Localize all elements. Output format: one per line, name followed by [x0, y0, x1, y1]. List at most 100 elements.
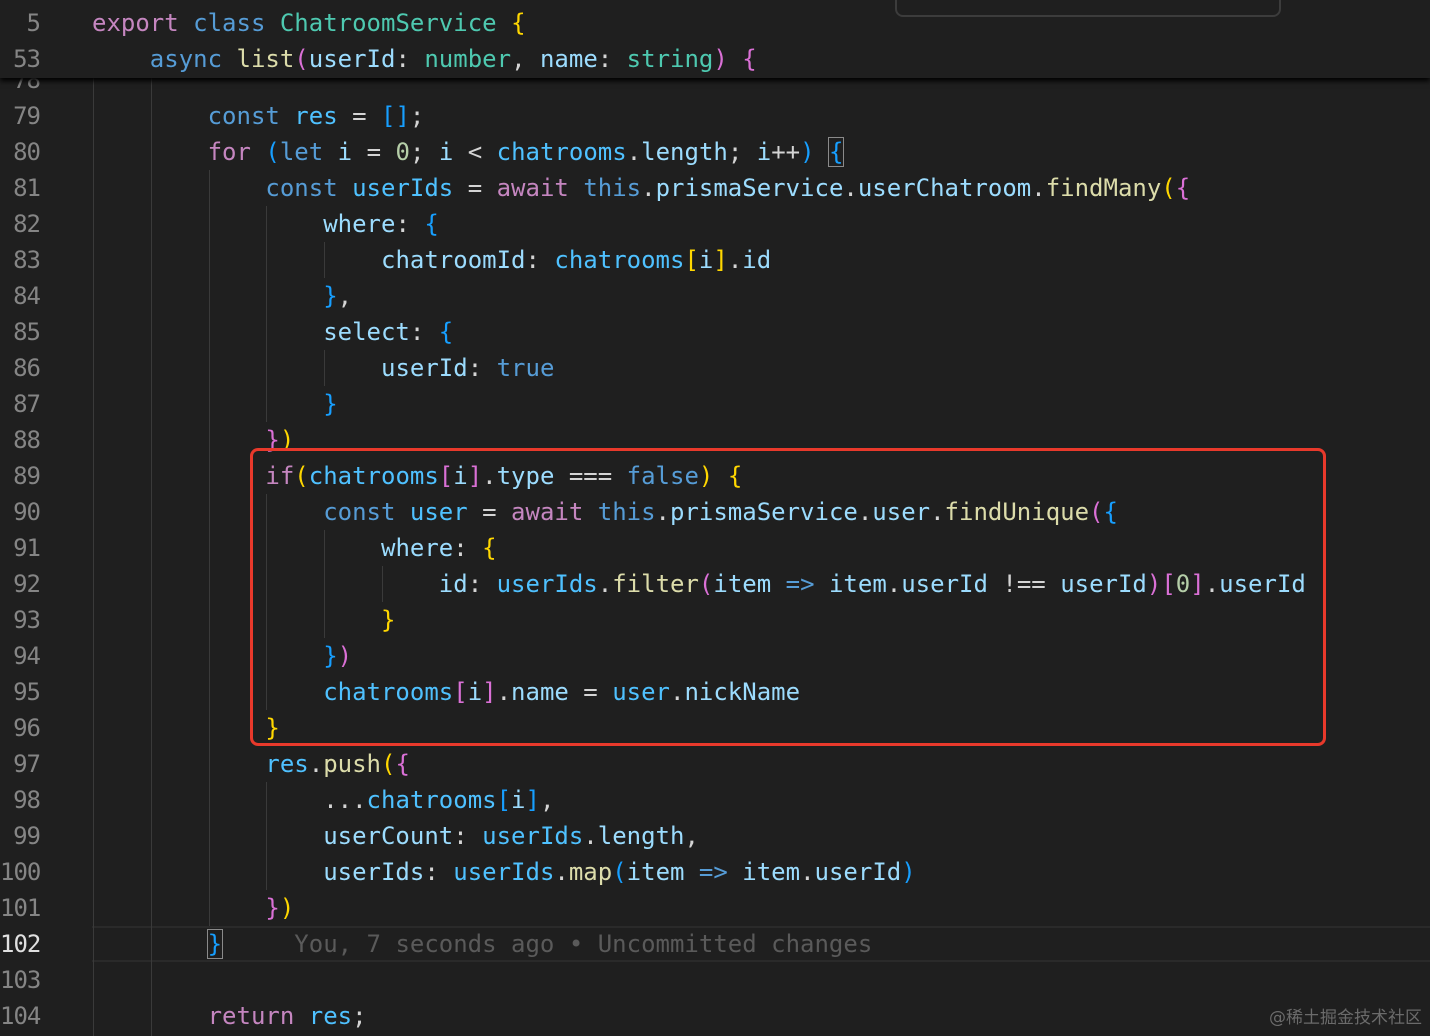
code-token: }: [206, 929, 224, 959]
code-text: userIds: userIds.map(item => item.userId…: [323, 854, 916, 890]
code-line[interactable]: 99 userCount: userIds.length,: [0, 818, 1430, 854]
code-line[interactable]: 83 chatroomId: chatrooms[i].id: [0, 242, 1430, 278]
line-number: 91: [13, 534, 41, 562]
code-token: select: [323, 318, 410, 346]
code-line[interactable]: 100 userIds: userIds.map(item => item.use…: [0, 854, 1430, 890]
code-token: number: [424, 45, 512, 73]
code-token: :: [467, 354, 497, 382]
code-text: res.push({: [265, 746, 410, 782]
code-text: return res;: [208, 998, 367, 1034]
code-token: ]: [713, 246, 728, 274]
code-token: :: [395, 45, 425, 73]
line-number: 89: [13, 462, 41, 490]
code-text: userId: true: [381, 350, 554, 386]
code-line[interactable]: 86 userId: true: [0, 350, 1430, 386]
line-number: 97: [13, 750, 41, 778]
code-token: ;: [409, 102, 425, 130]
code-token: i: [438, 138, 454, 166]
code-token: ): [800, 138, 815, 166]
code-line[interactable]: 80 for (let i = 0; i < chatrooms.length; …: [0, 134, 1430, 170]
line-number: 81: [13, 174, 41, 202]
code-token: ): [713, 45, 728, 73]
code-token: ChatroomService: [279, 9, 497, 37]
code-line[interactable]: 85 select: {: [0, 314, 1430, 350]
code-line[interactable]: 79 const res = [];: [0, 98, 1430, 134]
code-token: =>: [698, 858, 728, 886]
code-token: (: [1161, 174, 1176, 202]
code-text: ...chatrooms[i],: [323, 782, 554, 818]
code-token: chatrooms: [366, 786, 497, 814]
code-token: userIds: [352, 174, 454, 202]
code-token: where: [323, 210, 396, 238]
code-token: .: [554, 858, 569, 886]
code-text: select: {: [323, 314, 453, 350]
code-token: i: [698, 246, 714, 274]
line-number: 5: [26, 9, 41, 37]
code-line[interactable]: 104 return res;: [0, 998, 1430, 1034]
line-number: 99: [13, 822, 41, 850]
code-token: (: [612, 858, 627, 886]
code-token: .: [727, 246, 743, 274]
code-token: =: [453, 174, 497, 202]
code-token: {: [742, 45, 757, 73]
code-token: i: [511, 786, 526, 814]
code-token: }: [323, 282, 338, 310]
code-token: userIds: [482, 822, 584, 850]
code-line[interactable]: 87}: [0, 386, 1430, 422]
code-token: ;: [727, 138, 757, 166]
code-line[interactable]: 103: [0, 962, 1430, 998]
code-token: length: [641, 138, 728, 166]
code-token: .: [626, 138, 642, 166]
line-number: 96: [13, 714, 41, 742]
code-token: res: [308, 1002, 353, 1030]
code-token: this: [583, 174, 642, 202]
code-token: userId: [814, 858, 902, 886]
line-number: 83: [13, 246, 41, 274]
code-token: <: [453, 138, 497, 166]
code-token: ++: [771, 138, 801, 166]
code-line[interactable]: 101}): [0, 890, 1430, 926]
code-token: {: [511, 9, 526, 37]
code-text: userCount: userIds.length,: [323, 818, 699, 854]
code-token: .: [641, 174, 656, 202]
code-line[interactable]: 84},: [0, 278, 1430, 314]
code-token: name: [539, 45, 598, 73]
line-number: 104: [0, 1002, 41, 1030]
code-token: ,: [539, 786, 555, 814]
code-token: return: [207, 1002, 295, 1030]
code-token: {: [827, 137, 845, 167]
code-token: =: [352, 138, 396, 166]
code-line[interactable]: 82 where: {: [0, 206, 1430, 242]
code-line[interactable]: 97 res.push({: [0, 746, 1430, 782]
line-number: 53: [13, 45, 41, 73]
floating-toolbar[interactable]: [895, 0, 1281, 17]
line-number: 101: [0, 894, 41, 922]
code-token: i: [337, 138, 353, 166]
code-token: 0: [395, 138, 410, 166]
code-token: findMany: [1045, 174, 1162, 202]
code-token: true: [496, 354, 555, 382]
code-line[interactable]: 102} You, 7 seconds ago • Uncommitted ch…: [0, 926, 1430, 962]
line-number: 82: [13, 210, 41, 238]
code-token: id: [742, 246, 772, 274]
code-token: chatrooms: [496, 138, 627, 166]
code-token: map: [568, 858, 613, 886]
code-text: },: [323, 278, 352, 314]
code-token: :: [453, 822, 483, 850]
code-token: ;: [409, 138, 439, 166]
code-token: .: [1031, 174, 1046, 202]
code-token: item: [626, 858, 685, 886]
code-token: length: [597, 822, 685, 850]
code-line[interactable]: 81 const userIds = await this.prismaServi…: [0, 170, 1430, 206]
code-line[interactable]: 98 ...chatrooms[i],: [0, 782, 1430, 818]
code-text: }: [323, 386, 337, 422]
code-token: .: [843, 174, 858, 202]
code-line[interactable]: 53 async list(userId: number, name: strin…: [0, 41, 1430, 77]
